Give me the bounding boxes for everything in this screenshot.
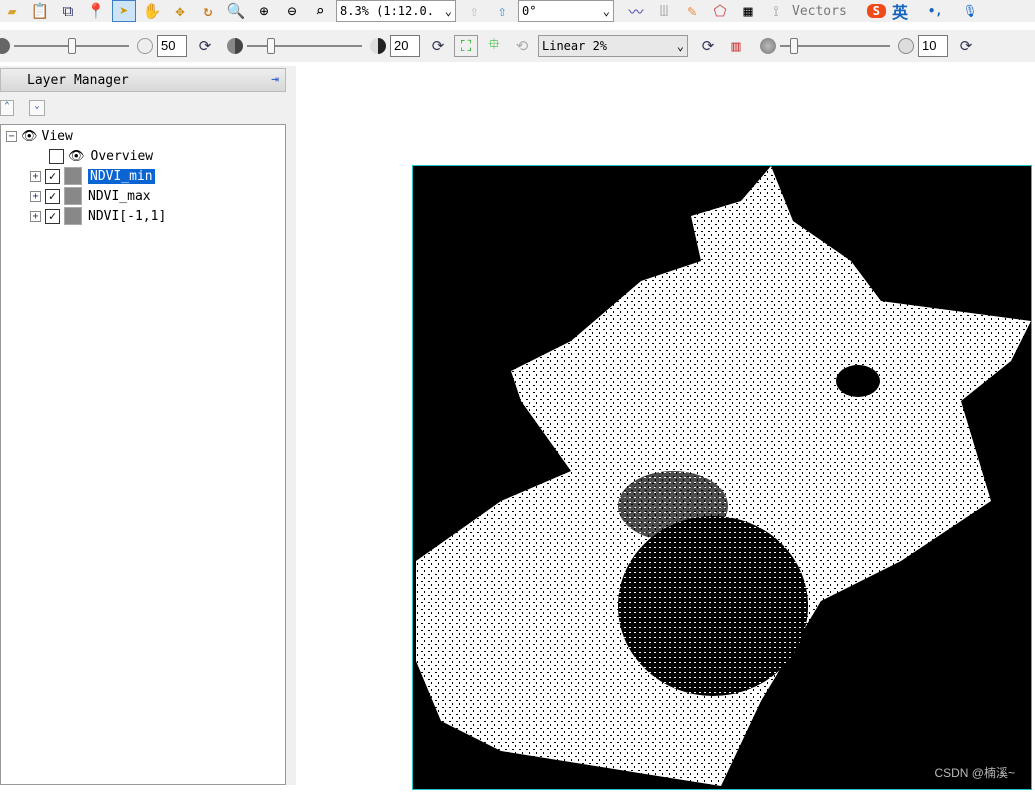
layer-label: NDVI[-1,1] [88, 208, 167, 224]
zoom-in-icon[interactable]: ⊕ [252, 0, 276, 22]
full-extent-icon[interactable]: ⛶ [454, 35, 478, 57]
raster-icon [64, 207, 82, 225]
layer-item-ndvi-min[interactable]: + ✓ NDVI_min [30, 167, 155, 185]
rotation-select[interactable]: 0° ⌄ [518, 0, 614, 22]
pixel-locator-icon[interactable]: ▦ [736, 0, 760, 22]
layer-checkbox[interactable]: ✓ [45, 208, 60, 224]
stretch-value: Linear 2% [542, 39, 608, 53]
layer-checkbox[interactable]: ✓ [45, 188, 60, 204]
zoom-select[interactable]: 8.3% (1:12.0. ⌄ [336, 0, 456, 22]
dock-icon[interactable]: ⇥ [271, 72, 279, 87]
vectors-icon[interactable]: ⟟ [764, 0, 788, 22]
reset-contrast-icon[interactable]: ⟳ [426, 35, 450, 57]
layer-manager-header: Layer Manager ⇥ [0, 68, 286, 92]
rotation-value: 0° [522, 4, 537, 18]
layer-checkbox[interactable]: ✓ [45, 168, 60, 184]
brightness-input[interactable]: 50 [157, 35, 187, 57]
pin-icon[interactable]: 📍 [84, 0, 108, 22]
layer-label: NDVI_min [88, 168, 155, 184]
annotation-icon[interactable]: ✎ [680, 0, 704, 22]
layer-checkbox[interactable] [49, 148, 64, 164]
move-icon[interactable]: ✥ [168, 0, 192, 22]
tree-node-view[interactable]: − 👁 View [6, 127, 73, 145]
zoom-value: 8.3% (1:12.0. [340, 4, 434, 18]
reset-transparency-icon[interactable]: ⟳ [954, 35, 978, 57]
histogram-icon[interactable]: ▥ [724, 35, 748, 57]
contrast-input[interactable]: 20 [390, 35, 420, 57]
ndvi-raster [416, 166, 1031, 786]
reset-stretch-icon[interactable]: ⟳ [696, 35, 720, 57]
layer-item-ndvi-max[interactable]: + ✓ NDVI_max [30, 187, 151, 205]
brightness-light-icon [137, 38, 153, 54]
ime-language[interactable]: 英 [892, 0, 908, 23]
microphone-icon[interactable]: 🎙 [963, 4, 978, 18]
rotate-view-icon[interactable]: ⇧ [490, 0, 514, 22]
sogou-ime-logo: S [866, 4, 887, 18]
raster-icon [64, 167, 82, 185]
layer-tree: − 👁 View 👁 Overview + ✓ NDVI_min + ✓ NDVI_max +… [0, 124, 286, 785]
expand-icon[interactable]: + [30, 210, 41, 222]
spectral-icon[interactable]: Ш [652, 0, 676, 22]
brightness-slider[interactable] [14, 38, 129, 54]
crop-icon[interactable]: ⧉ [56, 0, 80, 22]
urban-area [618, 471, 728, 541]
reservoir [836, 365, 880, 397]
profile-icon[interactable]: 〰 [624, 0, 648, 22]
move-up-button[interactable]: ⌃ [0, 100, 14, 116]
chevron-down-icon: ⌄ [602, 4, 610, 18]
view-eye-icon: 👁 [21, 128, 38, 144]
pan-hand-icon[interactable]: ✋ [140, 0, 164, 22]
expand-icon[interactable]: + [30, 170, 41, 182]
brightness-dark-icon [0, 38, 10, 54]
layer-manager-panel: Layer Manager ⇥ ⌃ ⌄ − 👁 View 👁 Overview + ✓ ND… [0, 66, 296, 785]
view-label: View [41, 128, 73, 144]
roi-icon[interactable]: ⬠ [708, 0, 732, 22]
raster-icon [64, 187, 82, 205]
stretch-select[interactable]: Linear 2% ⌄ [538, 35, 688, 57]
north-up-icon[interactable]: ⇧ [462, 0, 486, 22]
contrast-high-icon [370, 38, 386, 54]
urban-area [618, 516, 808, 696]
transparency-low-icon [760, 38, 776, 54]
zoom-fit-icon[interactable]: 🔍 [224, 0, 248, 22]
transparency-high-icon [898, 38, 914, 54]
select-arrow-icon[interactable]: ➤ [112, 0, 136, 22]
transparency-slider[interactable] [780, 38, 890, 54]
rotate-icon[interactable]: ↻ [196, 0, 220, 22]
watermark: CSDN @楠溪~ [934, 766, 1015, 780]
expand-icon[interactable]: + [30, 190, 41, 202]
zoom-full-icon[interactable]: ⌕ [308, 0, 332, 22]
layer-label: Overview [90, 148, 154, 164]
vectors-menu[interactable]: Vectors [792, 4, 847, 19]
clipboard-icon[interactable]: 📋 [28, 0, 52, 22]
contrast-slider[interactable] [247, 38, 362, 54]
contrast-low-icon [227, 38, 243, 54]
open-folder-icon[interactable]: ▰ [0, 0, 24, 22]
layer-label: NDVI_max [88, 188, 151, 204]
layer-item-ndvi-range[interactable]: + ✓ NDVI[-1,1] [30, 207, 166, 225]
main-toolbar: ▰ 📋 ⧉ 📍 ➤ ✋ ✥ ↻ 🔍 ⊕ ⊖ ⌕ 8.3% (1:12.0. ⌄ ⇧… [0, 0, 1035, 22]
chevron-down-icon: ⌄ [676, 39, 684, 53]
chevron-down-icon: ⌄ [444, 4, 452, 18]
link-icon[interactable]: ⟲ [510, 35, 534, 57]
zoom-out-icon[interactable]: ⊖ [280, 0, 304, 22]
display-toolbar: 50 ⟳ 20 ⟳ ⛶ ⯐ ⟲ Linear 2% ⌄ ⟳ ▥ 10 ⟳ [0, 30, 1035, 62]
overview-eye-icon: 👁 [68, 148, 85, 164]
reset-brightness-icon[interactable]: ⟳ [193, 35, 217, 57]
layer-manager-title: Layer Manager [27, 73, 129, 88]
transparency-input[interactable]: 10 [918, 35, 948, 57]
move-down-button[interactable]: ⌄ [29, 100, 45, 116]
collapse-icon[interactable]: − [6, 130, 17, 142]
punctuation-icon[interactable]: •, [928, 4, 942, 18]
layer-item-overview[interactable]: 👁 Overview [49, 147, 153, 165]
view-extent-icon[interactable]: ⯐ [482, 35, 506, 57]
image-view[interactable]: CSDN @楠溪~ [412, 165, 1032, 790]
